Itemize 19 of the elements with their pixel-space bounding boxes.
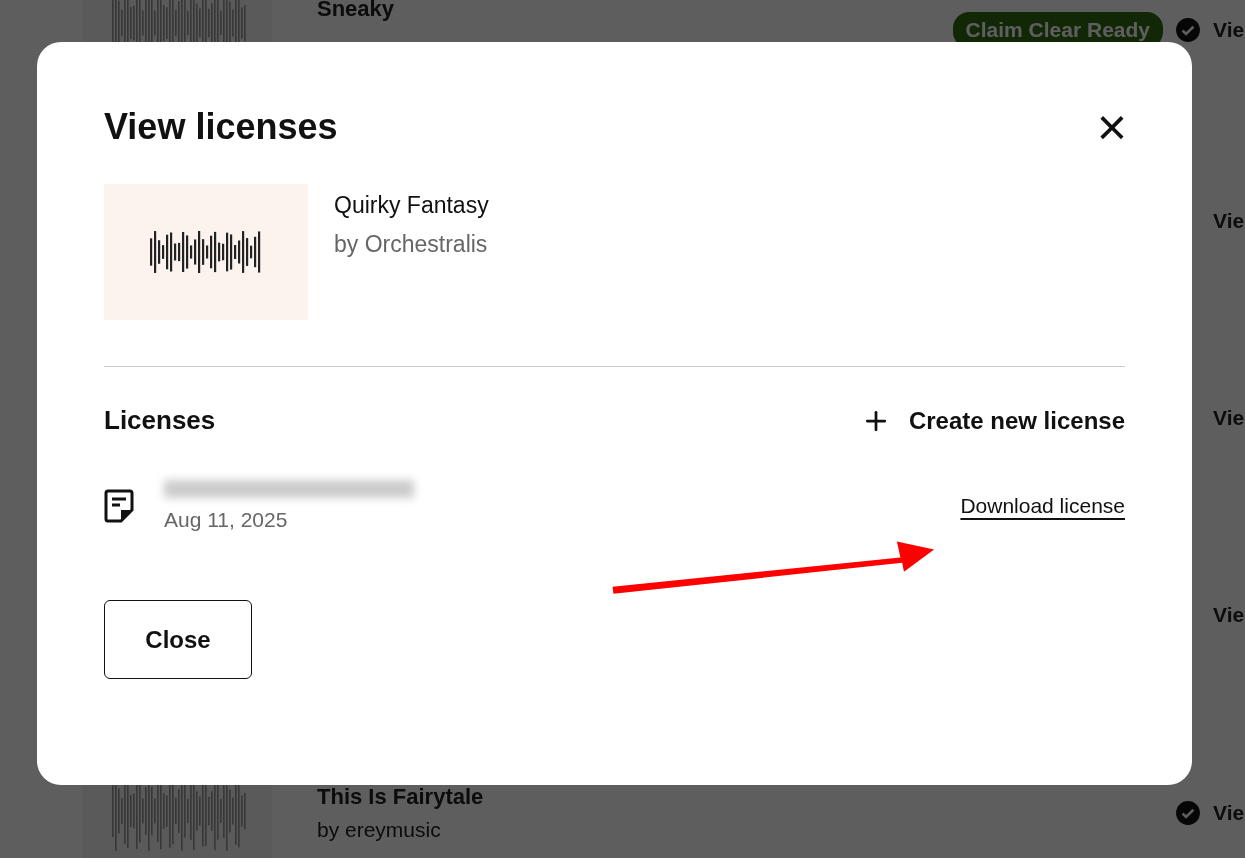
dialog-title: View licenses: [104, 106, 338, 148]
waveform-icon: [150, 231, 262, 273]
license-date: Aug 11, 2025: [164, 508, 289, 532]
track-artist: by ereymusic: [317, 818, 442, 842]
create-license-button[interactable]: Create new license: [860, 405, 1125, 436]
download-license-link[interactable]: Download license: [960, 494, 1125, 518]
close-button[interactable]: Close: [104, 600, 252, 679]
view-link[interactable]: Vie: [1213, 406, 1245, 430]
view-link[interactable]: Vie: [1213, 801, 1245, 825]
view-link[interactable]: Vie: [1213, 209, 1245, 233]
view-link[interactable]: Vie: [1213, 603, 1245, 627]
view-link[interactable]: Vie: [1213, 18, 1245, 42]
section-heading: Licenses: [104, 405, 216, 436]
track-artist: by Orchestralis: [334, 231, 489, 258]
track-title: Sneaky: [317, 0, 396, 22]
document-icon: [104, 489, 134, 523]
close-button[interactable]: ×: [1096, 107, 1127, 147]
track-title: This Is Fairytale: [317, 784, 485, 810]
track-title: Quirky Fantasy: [334, 192, 489, 219]
